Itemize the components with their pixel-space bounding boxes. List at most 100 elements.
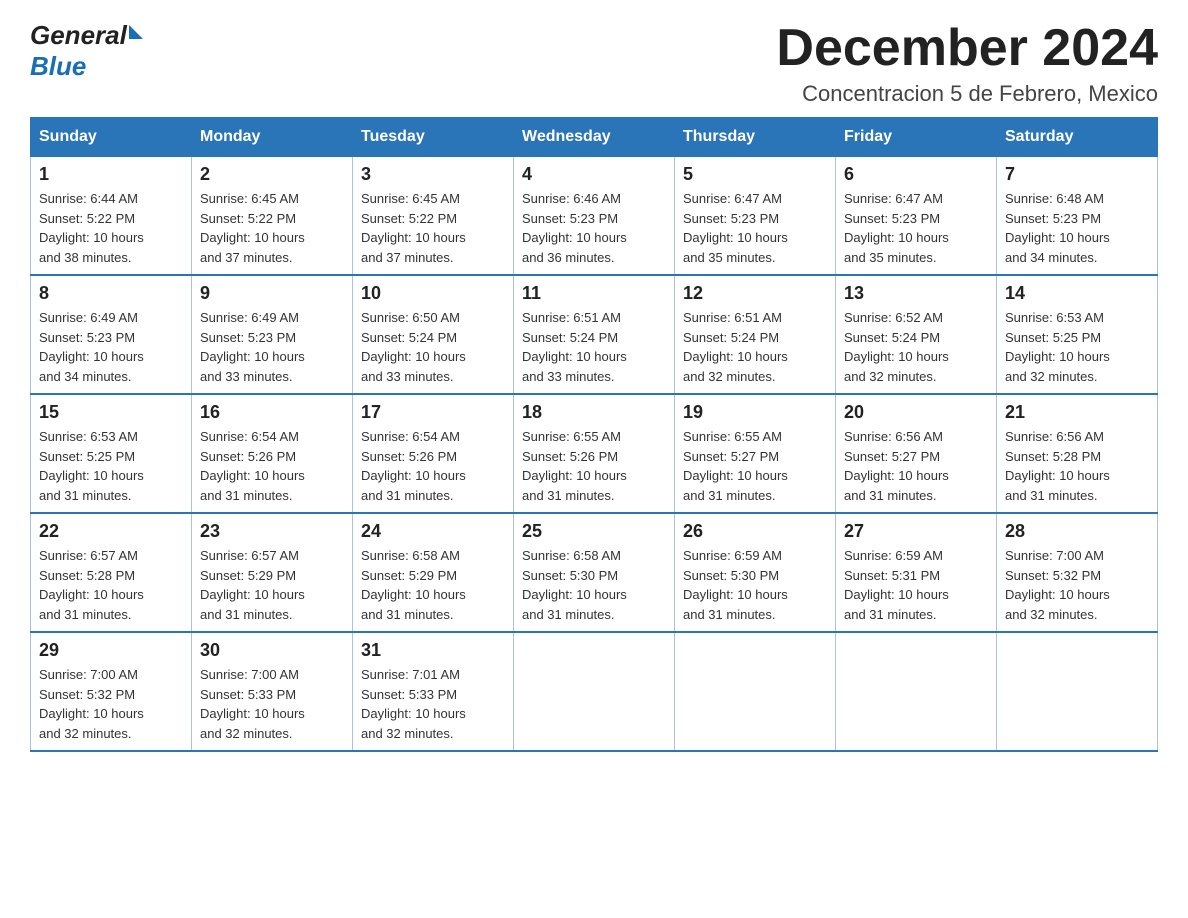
calendar-cell — [836, 632, 997, 751]
logo: General Blue — [30, 20, 143, 82]
day-info: Sunrise: 6:51 AMSunset: 5:24 PMDaylight:… — [683, 308, 827, 386]
month-title: December 2024 — [776, 20, 1158, 77]
logo-triangle-icon — [129, 25, 143, 39]
calendar-cell: 9 Sunrise: 6:49 AMSunset: 5:23 PMDaylight… — [192, 275, 353, 394]
calendar-cell: 14Sunrise: 6:53 AMSunset: 5:25 PMDayligh… — [997, 275, 1158, 394]
calendar-cell: 20 Sunrise: 6:56 AMSunset: 5:27 PMDayligh… — [836, 394, 997, 513]
day-number: 3 — [361, 164, 505, 185]
calendar-week-row: 15 Sunrise: 6:53 AMSunset: 5:25 PMDayligh… — [31, 394, 1158, 513]
day-info: Sunrise: 6:47 AMSunset: 5:23 PMDaylight:… — [844, 189, 988, 267]
day-number: 17 — [361, 402, 505, 423]
title-block: December 2024 Concentracion 5 de Febrero… — [776, 20, 1158, 107]
day-info: Sunrise: 6:58 AMSunset: 5:29 PMDaylight:… — [361, 546, 505, 624]
weekday-header-friday: Friday — [836, 118, 997, 157]
calendar-week-row: 1Sunrise: 6:44 AMSunset: 5:22 PMDaylight… — [31, 157, 1158, 276]
day-number: 6 — [844, 164, 988, 185]
calendar-week-row: 8 Sunrise: 6:49 AMSunset: 5:23 PMDaylight… — [31, 275, 1158, 394]
day-info: Sunrise: 6:46 AMSunset: 5:23 PMDaylight:… — [522, 189, 666, 267]
day-info: Sunrise: 7:00 AMSunset: 5:32 PMDaylight:… — [1005, 546, 1149, 624]
day-info: Sunrise: 6:47 AMSunset: 5:23 PMDaylight:… — [683, 189, 827, 267]
day-info: Sunrise: 6:56 AMSunset: 5:28 PMDaylight:… — [1005, 427, 1149, 505]
day-info: Sunrise: 6:58 AMSunset: 5:30 PMDaylight:… — [522, 546, 666, 624]
day-number: 1 — [39, 164, 183, 185]
calendar-cell: 25 Sunrise: 6:58 AMSunset: 5:30 PMDayligh… — [514, 513, 675, 632]
calendar-cell: 11Sunrise: 6:51 AMSunset: 5:24 PMDayligh… — [514, 275, 675, 394]
calendar-cell: 4 Sunrise: 6:46 AMSunset: 5:23 PMDaylight… — [514, 157, 675, 276]
calendar-table: SundayMondayTuesdayWednesdayThursdayFrid… — [30, 117, 1158, 752]
day-number: 16 — [200, 402, 344, 423]
day-info: Sunrise: 6:48 AMSunset: 5:23 PMDaylight:… — [1005, 189, 1149, 267]
calendar-cell: 12 Sunrise: 6:51 AMSunset: 5:24 PMDayligh… — [675, 275, 836, 394]
day-info: Sunrise: 7:00 AMSunset: 5:33 PMDaylight:… — [200, 665, 344, 743]
day-number: 30 — [200, 640, 344, 661]
calendar-cell — [514, 632, 675, 751]
calendar-cell: 8 Sunrise: 6:49 AMSunset: 5:23 PMDaylight… — [31, 275, 192, 394]
day-number: 14 — [1005, 283, 1149, 304]
calendar-cell: 28Sunrise: 7:00 AMSunset: 5:32 PMDayligh… — [997, 513, 1158, 632]
day-number: 27 — [844, 521, 988, 542]
day-info: Sunrise: 6:53 AMSunset: 5:25 PMDaylight:… — [39, 427, 183, 505]
day-number: 29 — [39, 640, 183, 661]
location-title: Concentracion 5 de Febrero, Mexico — [776, 81, 1158, 107]
calendar-cell: 10 Sunrise: 6:50 AMSunset: 5:24 PMDayligh… — [353, 275, 514, 394]
calendar-cell: 19Sunrise: 6:55 AMSunset: 5:27 PMDayligh… — [675, 394, 836, 513]
day-info: Sunrise: 6:54 AMSunset: 5:26 PMDaylight:… — [361, 427, 505, 505]
calendar-cell: 31 Sunrise: 7:01 AMSunset: 5:33 PMDayligh… — [353, 632, 514, 751]
day-number: 19 — [683, 402, 827, 423]
day-number: 2 — [200, 164, 344, 185]
day-info: Sunrise: 6:49 AMSunset: 5:23 PMDaylight:… — [39, 308, 183, 386]
day-number: 15 — [39, 402, 183, 423]
calendar-cell — [675, 632, 836, 751]
calendar-cell: 7 Sunrise: 6:48 AMSunset: 5:23 PMDaylight… — [997, 157, 1158, 276]
day-info: Sunrise: 6:51 AMSunset: 5:24 PMDaylight:… — [522, 308, 666, 386]
calendar-cell: 2 Sunrise: 6:45 AMSunset: 5:22 PMDaylight… — [192, 157, 353, 276]
calendar-cell: 22 Sunrise: 6:57 AMSunset: 5:28 PMDayligh… — [31, 513, 192, 632]
day-number: 22 — [39, 521, 183, 542]
day-info: Sunrise: 6:52 AMSunset: 5:24 PMDaylight:… — [844, 308, 988, 386]
calendar-cell: 26Sunrise: 6:59 AMSunset: 5:30 PMDayligh… — [675, 513, 836, 632]
day-number: 18 — [522, 402, 666, 423]
weekday-header-thursday: Thursday — [675, 118, 836, 157]
calendar-cell: 27Sunrise: 6:59 AMSunset: 5:31 PMDayligh… — [836, 513, 997, 632]
calendar-cell: 1Sunrise: 6:44 AMSunset: 5:22 PMDaylight… — [31, 157, 192, 276]
day-number: 12 — [683, 283, 827, 304]
page-header: General Blue December 2024 Concentracion… — [30, 20, 1158, 107]
calendar-cell: 5 Sunrise: 6:47 AMSunset: 5:23 PMDaylight… — [675, 157, 836, 276]
weekday-header-row: SundayMondayTuesdayWednesdayThursdayFrid… — [31, 118, 1158, 157]
day-number: 7 — [1005, 164, 1149, 185]
day-number: 4 — [522, 164, 666, 185]
day-number: 25 — [522, 521, 666, 542]
day-info: Sunrise: 6:57 AMSunset: 5:29 PMDaylight:… — [200, 546, 344, 624]
calendar-body: 1Sunrise: 6:44 AMSunset: 5:22 PMDaylight… — [31, 157, 1158, 752]
calendar-cell: 29Sunrise: 7:00 AMSunset: 5:32 PMDayligh… — [31, 632, 192, 751]
day-number: 20 — [844, 402, 988, 423]
day-info: Sunrise: 6:50 AMSunset: 5:24 PMDaylight:… — [361, 308, 505, 386]
calendar-cell: 21Sunrise: 6:56 AMSunset: 5:28 PMDayligh… — [997, 394, 1158, 513]
logo-general: General — [30, 20, 127, 51]
calendar-cell: 23 Sunrise: 6:57 AMSunset: 5:29 PMDayligh… — [192, 513, 353, 632]
day-info: Sunrise: 6:56 AMSunset: 5:27 PMDaylight:… — [844, 427, 988, 505]
day-number: 24 — [361, 521, 505, 542]
calendar-cell: 18 Sunrise: 6:55 AMSunset: 5:26 PMDayligh… — [514, 394, 675, 513]
day-info: Sunrise: 6:49 AMSunset: 5:23 PMDaylight:… — [200, 308, 344, 386]
day-number: 10 — [361, 283, 505, 304]
day-info: Sunrise: 6:55 AMSunset: 5:26 PMDaylight:… — [522, 427, 666, 505]
day-number: 26 — [683, 521, 827, 542]
day-info: Sunrise: 6:45 AMSunset: 5:22 PMDaylight:… — [361, 189, 505, 267]
calendar-header: SundayMondayTuesdayWednesdayThursdayFrid… — [31, 118, 1158, 157]
day-info: Sunrise: 6:54 AMSunset: 5:26 PMDaylight:… — [200, 427, 344, 505]
calendar-cell: 30 Sunrise: 7:00 AMSunset: 5:33 PMDayligh… — [192, 632, 353, 751]
calendar-cell: 6 Sunrise: 6:47 AMSunset: 5:23 PMDaylight… — [836, 157, 997, 276]
weekday-header-saturday: Saturday — [997, 118, 1158, 157]
day-number: 9 — [200, 283, 344, 304]
weekday-header-tuesday: Tuesday — [353, 118, 514, 157]
day-info: Sunrise: 6:45 AMSunset: 5:22 PMDaylight:… — [200, 189, 344, 267]
day-number: 8 — [39, 283, 183, 304]
day-number: 5 — [683, 164, 827, 185]
day-number: 13 — [844, 283, 988, 304]
day-info: Sunrise: 6:57 AMSunset: 5:28 PMDaylight:… — [39, 546, 183, 624]
day-number: 23 — [200, 521, 344, 542]
day-info: Sunrise: 7:01 AMSunset: 5:33 PMDaylight:… — [361, 665, 505, 743]
day-number: 31 — [361, 640, 505, 661]
logo-blue: Blue — [30, 51, 86, 82]
